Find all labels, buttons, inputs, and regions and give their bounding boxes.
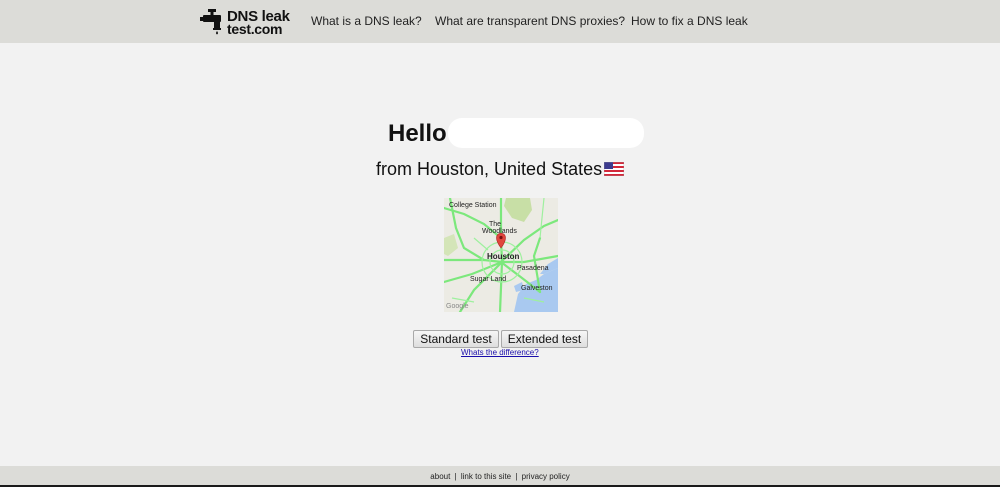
whats-the-difference-link[interactable]: Whats the difference? <box>461 348 539 357</box>
footer-privacy-link[interactable]: privacy policy <box>522 472 570 481</box>
map-label-pasadena: Pasadena <box>517 265 549 272</box>
site-logo[interactable]: DNS leak test.com <box>200 6 290 38</box>
nav-what-is-dns-leak[interactable]: What is a DNS leak? <box>311 14 422 28</box>
footer: about | link to this site | privacy poli… <box>0 466 1000 487</box>
nav-how-to-fix[interactable]: How to fix a DNS leak <box>631 14 748 28</box>
map-label-college-station: College Station <box>449 202 497 209</box>
footer-link-to-site[interactable]: link to this site <box>461 472 511 481</box>
faucet-icon <box>200 9 224 35</box>
top-navigation-bar: DNS leak test.com What is a DNS leak? Wh… <box>0 0 1000 43</box>
location-text: from Houston, United States <box>376 159 603 179</box>
map-label-the: The <box>489 221 502 228</box>
greeting-text: Hello <box>388 120 447 147</box>
extended-test-button[interactable]: Extended test <box>501 330 588 348</box>
footer-about-link[interactable]: about <box>430 472 450 481</box>
nav-transparent-dns-proxies[interactable]: What are transparent DNS proxies? <box>435 14 625 28</box>
standard-test-button[interactable]: Standard test <box>413 330 499 348</box>
svg-text:Google: Google <box>446 303 469 310</box>
map-label-sugar-land: Sugar Land <box>470 276 507 283</box>
footer-separator: | <box>454 472 457 481</box>
redacted-ip-address <box>448 118 644 148</box>
location-map[interactable]: Google College Station The Woodlands Hou… <box>444 198 558 312</box>
footer-links: about | link to this site | privacy poli… <box>0 472 1000 481</box>
map-label-woodlands: Woodlands <box>482 228 517 235</box>
us-flag-icon <box>603 161 625 177</box>
footer-separator: | <box>515 472 518 481</box>
map-label-houston: Houston <box>487 252 520 261</box>
logo-text-line2: test.com <box>227 21 283 37</box>
map-label-galveston: Galveston <box>521 285 553 292</box>
